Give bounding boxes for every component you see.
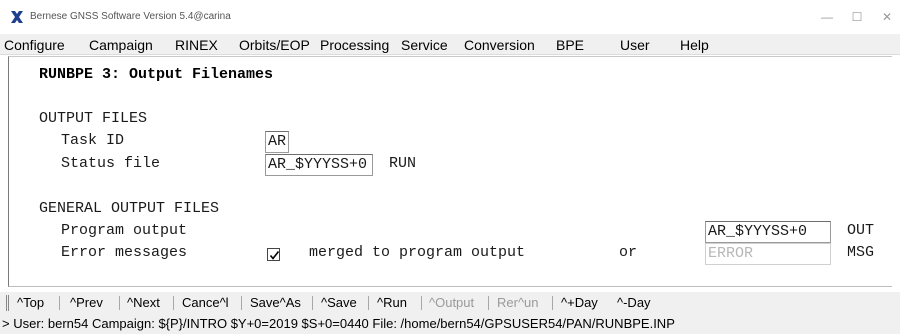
bernese-app-icon (10, 10, 24, 24)
toolbar-separator (59, 296, 60, 310)
menu-rinex[interactable]: RINEX (175, 37, 218, 53)
status-file-label: Status file (61, 155, 161, 172)
window-titlebar: Bernese GNSS Software Version 5.4@carina… (0, 0, 900, 34)
save-button[interactable]: ^Save (321, 295, 357, 310)
general-output-files-heading: GENERAL OUTPUT FILES (39, 200, 220, 217)
top-button[interactable]: ^Top (17, 295, 44, 310)
prev-button[interactable]: ^Prev (70, 295, 103, 310)
merged-to-program-output-label: merged to program output (309, 244, 526, 261)
menu-user[interactable]: User (620, 37, 650, 53)
toolbar-separator (119, 296, 120, 310)
toolbar-separator (552, 296, 553, 310)
program-output-field[interactable]: AR_$YYYSS+0 (705, 221, 831, 243)
minimize-button[interactable]: — (816, 8, 838, 26)
status-line: > User: bern54 Campaign: ${P}/INTRO $Y+0… (0, 314, 900, 334)
task-id-label: Task ID (61, 132, 125, 149)
close-button[interactable]: ✕ (876, 8, 898, 26)
minus-day-button[interactable]: ^-Day (617, 295, 651, 310)
menu-bpe[interactable]: BPE (556, 37, 584, 53)
plus-day-button[interactable]: ^+Day (561, 295, 598, 310)
navigation-toolbar: ^Top ^Prev ^Next Cance^l Save^As ^Save ^… (0, 292, 900, 314)
menu-orbits-eop[interactable]: Orbits/EOP (239, 37, 310, 53)
output-files-heading: OUTPUT FILES (39, 110, 148, 127)
run-button[interactable]: ^Run (377, 295, 407, 310)
error-messages-extension: MSG (847, 244, 875, 261)
status-file-extension: RUN (389, 155, 417, 172)
toolbar-separator (241, 296, 242, 310)
menu-bar: Configure Campaign RINEX Orbits/EOP Proc… (0, 34, 900, 55)
program-output-label: Program output (61, 222, 188, 239)
or-label: or (619, 244, 638, 261)
next-button[interactable]: ^Next (127, 295, 160, 310)
rerun-button[interactable]: Rer^un (497, 295, 539, 310)
toolbar-separator (312, 296, 313, 310)
error-messages-field[interactable]: ERROR (705, 243, 831, 265)
menu-conversion[interactable]: Conversion (464, 37, 535, 53)
toolbar-separator (173, 296, 174, 310)
panel-title: RUNBPE 3: Output Filenames (39, 66, 274, 83)
cancel-button[interactable]: Cance^l (182, 295, 229, 310)
toolbar-separator (421, 296, 422, 310)
task-id-field[interactable]: AR (265, 131, 289, 153)
menu-configure[interactable]: Configure (4, 37, 65, 53)
toolbar-grip-handle[interactable] (6, 295, 9, 311)
save-as-button[interactable]: Save^As (250, 295, 301, 310)
menu-campaign[interactable]: Campaign (89, 37, 153, 53)
toolbar-separator (488, 296, 489, 310)
menu-processing[interactable]: Processing (320, 37, 389, 53)
input-panel: RUNBPE 3: Output Filenames OUTPUT FILES … (8, 56, 892, 287)
status-file-field[interactable]: AR_$YYYSS+0 (265, 154, 373, 176)
checkmark-icon (269, 251, 280, 260)
toolbar-separator (368, 296, 369, 310)
program-output-extension: OUT (847, 222, 875, 239)
menu-help[interactable]: Help (680, 37, 709, 53)
merged-to-program-output-checkbox[interactable] (267, 248, 280, 261)
maximize-button[interactable]: ☐ (846, 8, 868, 26)
menu-service[interactable]: Service (401, 37, 448, 53)
error-messages-label: Error messages (61, 244, 188, 261)
window-title: Bernese GNSS Software Version 5.4@carina (30, 11, 231, 22)
output-button[interactable]: ^Output (429, 295, 474, 310)
